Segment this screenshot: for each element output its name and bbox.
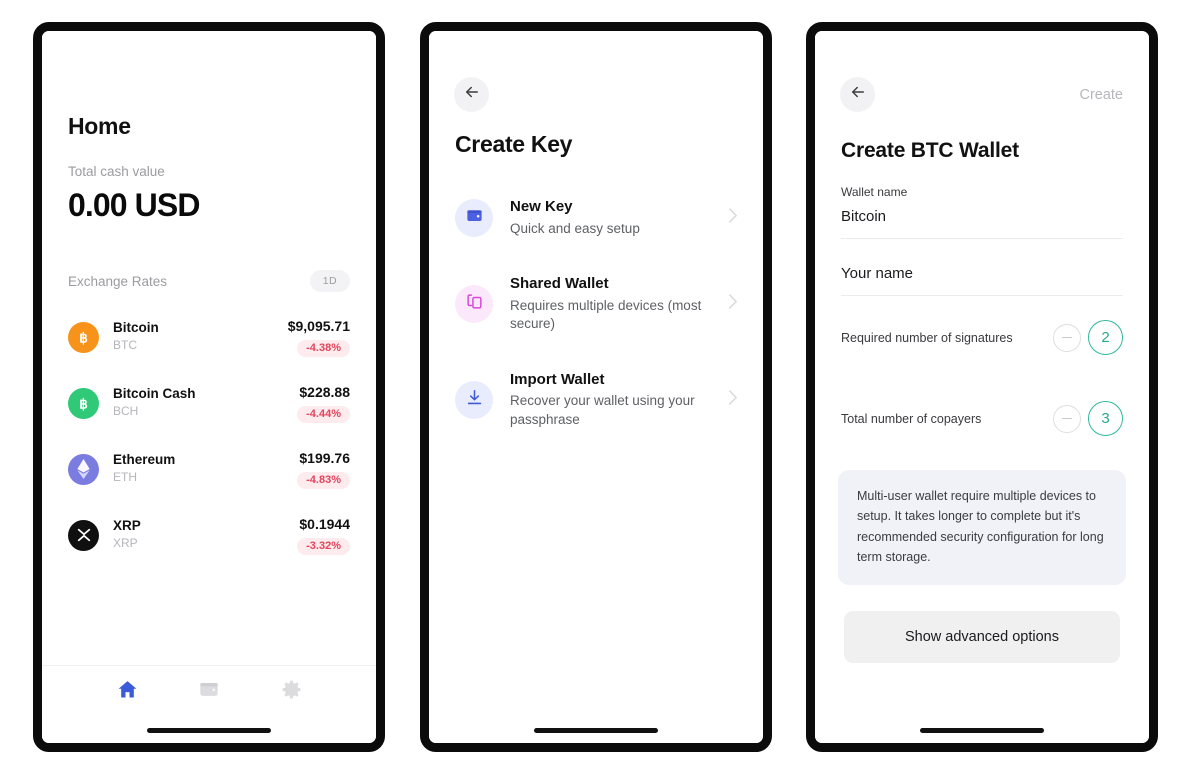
range-badge-1d[interactable]: 1D bbox=[309, 270, 350, 292]
coin-ticker: XRP bbox=[113, 536, 138, 551]
coin-name: Bitcoin bbox=[113, 320, 159, 336]
coin-name: Ethereum bbox=[113, 452, 176, 468]
list-item[interactable]: ฿ Bitcoin Cash BCH $228.88 -4.44% bbox=[68, 370, 350, 436]
total-copayers-label: Total number of copayers bbox=[841, 411, 982, 426]
create-key-screen: Create Key New Key Quick and easy setup … bbox=[429, 31, 763, 743]
signatures-value[interactable]: 2 bbox=[1088, 320, 1123, 355]
exchange-rates-header: Exchange Rates 1D bbox=[68, 270, 350, 292]
chevron-right-icon bbox=[727, 293, 739, 315]
total-copayers-row: Total number of copayers 3 bbox=[815, 377, 1149, 458]
your-name-input[interactable]: Your name bbox=[815, 239, 1149, 295]
page-title: Home bbox=[68, 113, 131, 139]
wallet-icon bbox=[198, 678, 220, 705]
total-copayers-stepper: 3 bbox=[1053, 401, 1123, 436]
list-item[interactable]: Ethereum ETH $199.76 -4.83% bbox=[68, 436, 350, 502]
coin-ticker: BTC bbox=[113, 338, 137, 353]
bottom-tab-bar bbox=[42, 665, 376, 717]
ethereum-icon bbox=[68, 453, 99, 485]
option-subtitle: Quick and easy setup bbox=[510, 220, 640, 236]
coin-price: $0.1944 bbox=[299, 516, 350, 533]
option-title: Import Wallet bbox=[510, 370, 605, 388]
list-item[interactable]: ฿ Bitcoin BTC $9,095.71 -4.38% bbox=[68, 304, 350, 370]
coin-price: $199.76 bbox=[299, 450, 350, 467]
page-title: Create BTC Wallet bbox=[841, 139, 1019, 162]
wallet-icon bbox=[465, 206, 484, 230]
option-title: New Key bbox=[510, 198, 573, 215]
wallet-name-label: Wallet name bbox=[841, 185, 908, 199]
back-arrow-icon bbox=[849, 83, 867, 106]
phone-frame-create-key: Create Key New Key Quick and easy setup … bbox=[420, 22, 772, 752]
coin-change-badge: -4.83% bbox=[297, 471, 350, 489]
minus-icon bbox=[1062, 417, 1072, 420]
coin-change-badge: -4.44% bbox=[297, 405, 350, 423]
svg-text:฿: ฿ bbox=[79, 396, 88, 411]
decrement-copayers-button[interactable] bbox=[1053, 404, 1081, 433]
download-icon-container bbox=[455, 380, 493, 419]
coin-ticker: BCH bbox=[113, 404, 139, 419]
balance-value: 0.00 USD bbox=[68, 187, 200, 223]
wallet-name-input[interactable]: Bitcoin bbox=[841, 199, 1123, 238]
phone-frame-home: Home Total cash value 0.00 USD Exchange … bbox=[33, 22, 385, 752]
exchange-rates-list: ฿ Bitcoin BTC $9,095.71 -4.38% ฿ Bitcoin… bbox=[68, 304, 350, 568]
info-box: Multi-user wallet require multiple devic… bbox=[838, 470, 1126, 585]
copy-icon-container bbox=[455, 285, 493, 323]
decrement-signatures-button[interactable] bbox=[1053, 323, 1081, 352]
wallet-name-field[interactable]: Wallet name Bitcoin bbox=[815, 179, 1149, 238]
home-indicator bbox=[147, 728, 271, 733]
option-subtitle: Requires multiple devices (most secure) bbox=[510, 297, 702, 332]
create-btc-wallet-screen: Create Create BTC Wallet Wallet name Bit… bbox=[815, 31, 1149, 743]
chevron-right-icon bbox=[727, 389, 739, 411]
coin-price: $228.88 bbox=[299, 384, 350, 401]
home-icon bbox=[116, 678, 139, 706]
copy-icon bbox=[465, 292, 484, 316]
show-advanced-options-button[interactable]: Show advanced options bbox=[844, 611, 1120, 663]
screenshot-canvas: Home Total cash value 0.00 USD Exchange … bbox=[0, 0, 1200, 780]
back-button[interactable] bbox=[454, 77, 489, 112]
download-icon bbox=[465, 388, 484, 412]
bitcoin-icon: ฿ bbox=[68, 321, 99, 353]
option-shared-wallet[interactable]: Shared Wallet Requires multiple devices … bbox=[429, 256, 763, 352]
home-indicator bbox=[920, 728, 1044, 733]
create-key-options: New Key Quick and easy setup Shared Wall… bbox=[429, 179, 763, 448]
option-title: Shared Wallet bbox=[510, 275, 609, 293]
copayers-value[interactable]: 3 bbox=[1088, 401, 1123, 436]
option-new-key[interactable]: New Key Quick and easy setup bbox=[429, 179, 763, 256]
create-button[interactable]: Create bbox=[1079, 87, 1123, 103]
wallet-form: Wallet name Bitcoin Your name Required n… bbox=[815, 179, 1149, 663]
wallet-icon-container bbox=[455, 198, 493, 237]
option-subtitle: Recover your wallet using your passphras… bbox=[510, 393, 695, 427]
svg-text:฿: ฿ bbox=[79, 330, 88, 345]
page-title: Create Key bbox=[455, 131, 573, 157]
tab-wallet[interactable] bbox=[189, 672, 229, 712]
required-signatures-row: Required number of signatures 2 bbox=[815, 296, 1149, 377]
xrp-icon bbox=[68, 519, 99, 551]
list-item[interactable]: XRP XRP $0.1944 -3.32% bbox=[68, 502, 350, 568]
coin-name: Bitcoin Cash bbox=[113, 386, 196, 402]
minus-icon bbox=[1062, 336, 1072, 339]
required-signatures-label: Required number of signatures bbox=[841, 330, 1013, 345]
coin-price: $9,095.71 bbox=[287, 318, 350, 335]
exchange-rates-label: Exchange Rates bbox=[68, 273, 168, 289]
home-indicator bbox=[534, 728, 658, 733]
bitcoin-cash-icon: ฿ bbox=[68, 387, 99, 419]
tab-home[interactable] bbox=[107, 672, 147, 712]
phone-frame-create-btc-wallet: Create Create BTC Wallet Wallet name Bit… bbox=[806, 22, 1158, 752]
chevron-right-icon bbox=[727, 207, 739, 229]
gear-icon bbox=[281, 679, 302, 705]
back-arrow-icon bbox=[463, 83, 481, 106]
coin-change-badge: -4.38% bbox=[297, 339, 350, 357]
coin-name: XRP bbox=[113, 518, 141, 534]
option-import-wallet[interactable]: Import Wallet Recover your wallet using … bbox=[429, 352, 763, 448]
required-signatures-stepper: 2 bbox=[1053, 320, 1123, 355]
back-button[interactable] bbox=[840, 77, 875, 112]
coin-change-badge: -3.32% bbox=[297, 537, 350, 555]
balance-label: Total cash value bbox=[68, 164, 165, 179]
home-screen: Home Total cash value 0.00 USD Exchange … bbox=[42, 31, 376, 743]
coin-ticker: ETH bbox=[113, 470, 137, 485]
tab-settings[interactable] bbox=[271, 672, 311, 712]
